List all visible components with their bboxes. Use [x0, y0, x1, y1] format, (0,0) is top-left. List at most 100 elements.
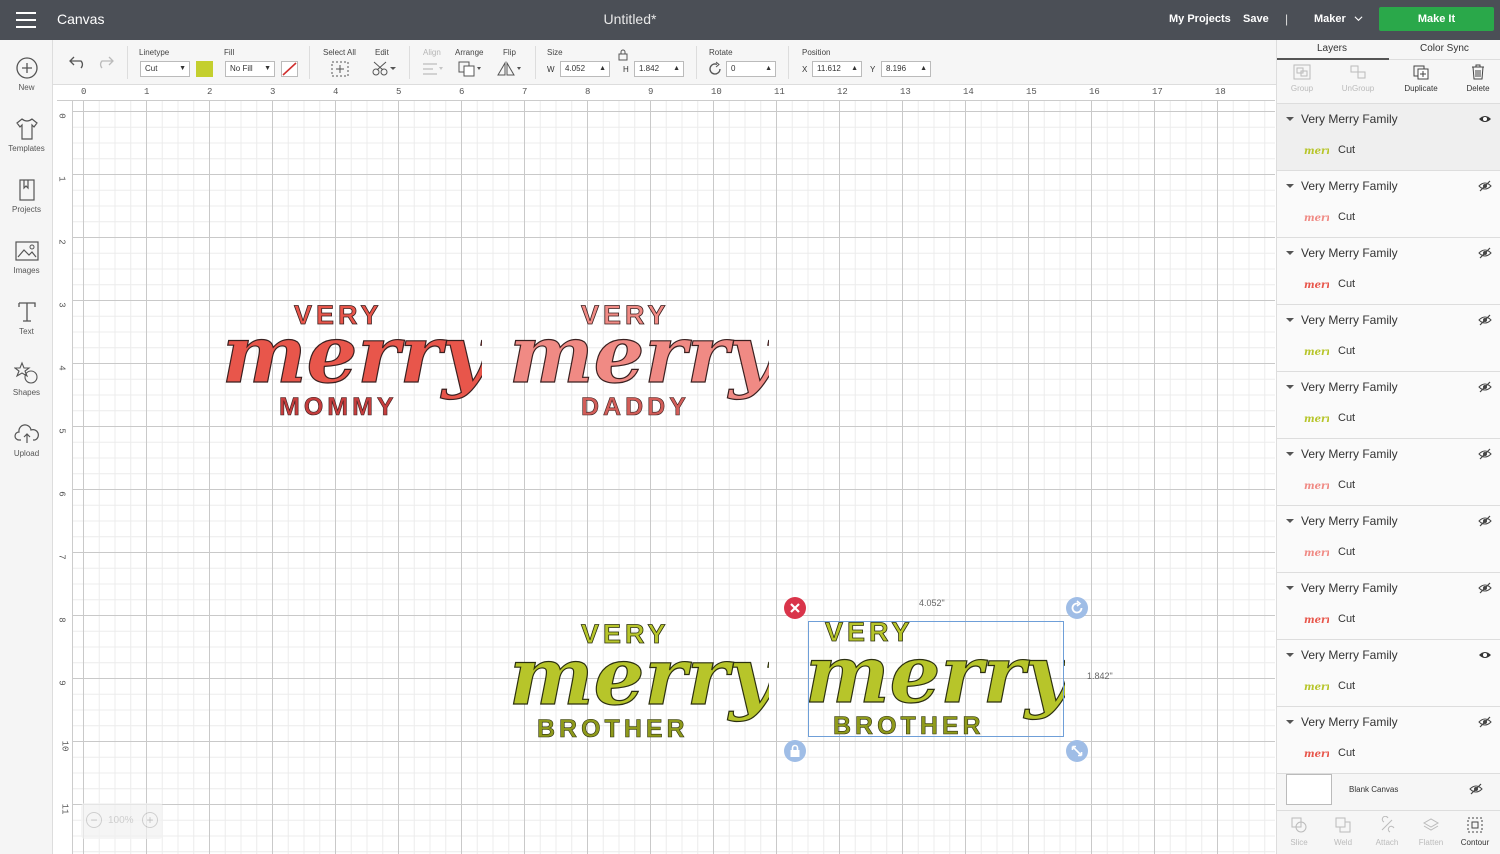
shapes-tool[interactable]: Shapes [0, 361, 53, 397]
eye-hidden-icon[interactable] [1478, 448, 1492, 460]
images-label: Images [13, 266, 40, 275]
group-button[interactable]: Group [1277, 64, 1327, 93]
ruler-left-number: 10 [59, 740, 70, 752]
select-all-icon[interactable] [331, 61, 349, 77]
layer-title: Very Merry Family [1301, 380, 1398, 394]
layer-row[interactable]: Very Merry Family merry Cut [1277, 372, 1500, 439]
rotate-icon[interactable] [707, 61, 723, 77]
eye-hidden-icon[interactable] [1478, 381, 1492, 393]
layer-row[interactable]: Very Merry Family merry Cut [1277, 573, 1500, 640]
ruler-top-number: 0 [81, 87, 87, 97]
eye-hidden-icon[interactable] [1478, 247, 1492, 259]
tab-color-sync[interactable]: Color Sync [1420, 43, 1469, 54]
duplicate-button[interactable]: Duplicate [1396, 64, 1446, 93]
eye-icon[interactable] [1478, 113, 1492, 125]
chevron-down-icon[interactable] [1286, 517, 1294, 525]
very-merry-brother-design[interactable]: VERY merry BROTHER [509, 617, 769, 742]
linetype-color-swatch[interactable] [196, 61, 213, 77]
make-it-button[interactable]: Make It [1379, 7, 1494, 31]
rotate-input[interactable]: 0 ▲ [726, 61, 776, 77]
resize-handle-icon[interactable] [1065, 739, 1089, 763]
zoom-out-button[interactable]: − [86, 812, 102, 828]
redo-icon[interactable] [96, 55, 114, 69]
layer-row[interactable]: Very Merry Family merry Cut [1277, 640, 1500, 707]
eye-hidden-icon[interactable] [1478, 582, 1492, 594]
chevron-down-icon[interactable] [1354, 14, 1363, 23]
dropdown-arrow-icon: ▼ [264, 65, 271, 72]
fill-select[interactable]: No Fill ▼ [225, 61, 275, 77]
layer-row[interactable]: Very Merry Family merry Cut [1277, 439, 1500, 506]
eye-icon[interactable] [1478, 649, 1492, 661]
linetype-select[interactable]: Cut ▼ [140, 61, 190, 77]
align-icon[interactable] [421, 61, 445, 77]
ruler-left-number: 8 [57, 617, 67, 623]
projects-tool[interactable]: Projects [0, 178, 53, 214]
lock-handle-icon[interactable] [783, 739, 807, 763]
layer-row[interactable]: Very Merry Family merry Cut [1277, 238, 1500, 305]
save-button[interactable]: Save [1243, 13, 1269, 25]
layer-row[interactable]: Very Merry Family merry Cut [1277, 305, 1500, 372]
delete-button[interactable]: Delete [1453, 64, 1500, 93]
images-tool[interactable]: Images [0, 239, 53, 275]
design-bottom-text: MOMMY [279, 393, 398, 420]
layer-row[interactable]: Very Merry Family merry Cut [1277, 171, 1500, 238]
ungroup-icon [1350, 65, 1366, 79]
templates-tool[interactable]: Templates [0, 117, 53, 153]
layer-row[interactable]: Very Merry Family merry Cut [1277, 104, 1500, 171]
chevron-down-icon[interactable] [1286, 383, 1294, 391]
attach-button[interactable]: Attach [1365, 816, 1409, 847]
eye-hidden-icon[interactable] [1478, 716, 1492, 728]
chevron-down-icon[interactable] [1286, 584, 1294, 592]
position-x-input[interactable]: 11.612 ▲ [812, 61, 862, 77]
eye-hidden-icon[interactable] [1478, 515, 1492, 527]
linetype-label: Linetype [139, 48, 170, 57]
ungroup-button[interactable]: UnGroup [1333, 64, 1383, 93]
slice-button[interactable]: Slice [1277, 816, 1321, 847]
weld-button[interactable]: Weld [1321, 816, 1365, 847]
eye-hidden-icon[interactable] [1478, 314, 1492, 326]
text-tool[interactable]: Text [0, 300, 53, 336]
blank-canvas-row[interactable]: Blank Canvas [1277, 768, 1500, 810]
eye-hidden-icon[interactable] [1469, 783, 1483, 795]
height-label: H [623, 65, 629, 74]
no-fill-swatch-icon[interactable] [281, 61, 298, 77]
my-projects-link[interactable]: My Projects [1169, 13, 1231, 25]
chevron-down-icon[interactable] [1286, 182, 1294, 190]
lock-ratio-icon[interactable] [618, 49, 628, 61]
width-input[interactable]: 4.052 ▲ [560, 61, 610, 77]
ruler-left-number: 1 [57, 176, 67, 182]
tab-layers[interactable]: Layers [1317, 43, 1347, 54]
new-tool[interactable]: New [0, 56, 53, 92]
delete-handle-icon[interactable] [783, 596, 807, 620]
zoom-in-button[interactable]: + [142, 812, 158, 828]
very-merry-mommy-design[interactable]: VERY merry MOMMY [222, 295, 482, 420]
chevron-down-icon[interactable] [1286, 316, 1294, 324]
flatten-button[interactable]: Flatten [1409, 816, 1453, 847]
chevron-down-icon[interactable] [1286, 718, 1294, 726]
upload-tool[interactable]: Upload [0, 422, 53, 458]
blank-canvas-swatch[interactable] [1286, 774, 1332, 805]
edit-tools-icon[interactable] [371, 61, 397, 77]
arrange-icon[interactable] [458, 61, 484, 77]
layer-row[interactable]: Very Merry Family merry Cut [1277, 506, 1500, 573]
chevron-down-icon[interactable] [1286, 651, 1294, 659]
layer-row[interactable]: Very Merry Family merry Cut [1277, 707, 1500, 774]
fill-label: Fill [224, 48, 235, 57]
eye-hidden-icon[interactable] [1478, 180, 1492, 192]
machine-selector[interactable]: Maker [1314, 13, 1346, 25]
height-input[interactable]: 1.842 ▲ [634, 61, 684, 77]
flip-icon[interactable] [497, 61, 523, 77]
design-canvas[interactable]: 0 1 2 3 4 5 6 7 8 9 10 11 12 13 14 15 16 17 18 01234567891… [57, 85, 1275, 854]
ruler-top-number: 8 [585, 87, 591, 97]
rotate-handle-icon[interactable] [1065, 596, 1089, 620]
undo-icon[interactable] [69, 55, 87, 69]
svg-text:merry: merry [1304, 749, 1329, 759]
layer-operation: Cut [1338, 278, 1356, 290]
contour-button[interactable]: Contour [1453, 816, 1497, 847]
chevron-down-icon[interactable] [1286, 115, 1294, 123]
layer-thumbnail: merry [1304, 615, 1329, 625]
very-merry-daddy-design[interactable]: VERY merry DADDY [509, 295, 769, 420]
position-y-input[interactable]: 8.196 ▲ [881, 61, 931, 77]
chevron-down-icon[interactable] [1286, 249, 1294, 257]
chevron-down-icon[interactable] [1286, 450, 1294, 458]
